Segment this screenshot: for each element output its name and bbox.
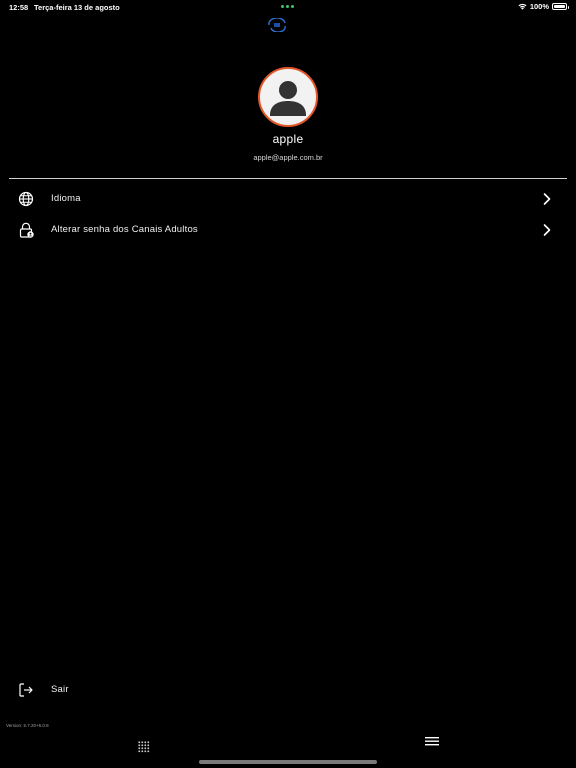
version-text: Version: 5.7.20+6.0.8 bbox=[6, 723, 49, 728]
status-time: 12:58 bbox=[9, 3, 29, 12]
logout-label: Sair bbox=[51, 684, 69, 695]
hamburger-menu-icon[interactable] bbox=[424, 734, 440, 748]
globe-icon bbox=[18, 191, 34, 207]
profile-name: apple bbox=[272, 132, 304, 146]
chevron-right-icon bbox=[543, 193, 551, 205]
app-logo bbox=[268, 18, 286, 32]
menu-item-label: Idioma bbox=[51, 193, 81, 204]
menu-item-language[interactable]: Idioma bbox=[0, 184, 576, 214]
chevron-right-icon bbox=[543, 224, 551, 236]
lock-user-icon bbox=[19, 222, 34, 238]
grid-icon[interactable] bbox=[138, 741, 150, 753]
divider bbox=[9, 178, 567, 179]
status-right: 100% bbox=[518, 2, 569, 11]
battery-percent: 100% bbox=[529, 2, 549, 11]
status-date: Terça-feira 13 de agosto bbox=[34, 3, 120, 12]
profile-email: apple@apple.com.br bbox=[253, 153, 323, 162]
battery-icon bbox=[552, 3, 569, 10]
wifi-icon bbox=[518, 3, 527, 10]
home-indicator[interactable] bbox=[199, 760, 377, 764]
user-silhouette-icon bbox=[270, 81, 306, 116]
multitasking-dots-icon[interactable] bbox=[281, 5, 294, 8]
menu-item-adult-password[interactable]: Alterar senha dos Canais Adultos bbox=[0, 215, 576, 245]
status-bar: 12:58 Terça-feira 13 de agosto 100% bbox=[0, 0, 576, 14]
avatar[interactable] bbox=[258, 67, 318, 127]
logout-button[interactable]: Sair bbox=[0, 675, 576, 705]
logout-icon bbox=[19, 683, 33, 697]
menu-item-label: Alterar senha dos Canais Adultos bbox=[51, 224, 198, 235]
